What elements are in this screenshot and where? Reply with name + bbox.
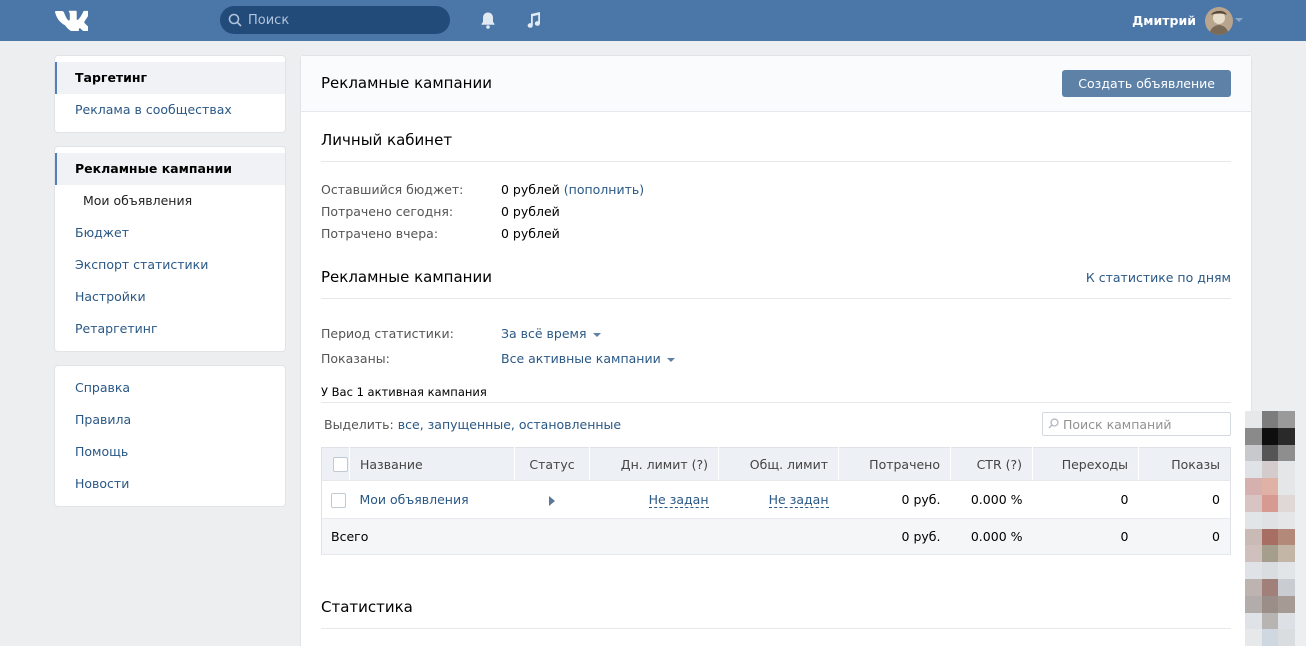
shown-dropdown[interactable]: Все активные кампании — [501, 351, 675, 366]
select-all-checkbox[interactable] — [332, 457, 348, 472]
row-checkbox-cell — [321, 480, 350, 519]
row-day-limit-cell: Не задан — [589, 480, 719, 519]
header-checkbox-cell — [321, 447, 350, 481]
create-ad-button[interactable]: Создать объявление — [1062, 70, 1231, 97]
panel-header: Рекламные кампании Создать объявление — [301, 56, 1251, 112]
period-dropdown[interactable]: За всё время — [501, 326, 601, 341]
main-panel: Рекламные кампании Создать объявление Ли… — [300, 55, 1252, 646]
row-views: 0 — [1138, 480, 1231, 519]
spent-today-label: Потрачено сегодня: — [321, 204, 454, 219]
header-search-input[interactable] — [248, 6, 443, 34]
nav-item-reference[interactable]: Справка — [55, 372, 285, 404]
budget-label: Оставшийся бюджет: — [321, 182, 464, 197]
campaign-name-link[interactable]: Мои объявления — [360, 492, 469, 507]
nav-item-retargeting[interactable]: Ретаргетинг — [55, 313, 285, 345]
nav-block-cabinet: Рекламные кампании Мои объявления Бюджет… — [54, 146, 286, 352]
total-limit-link[interactable]: Не задан — [768, 492, 829, 508]
campaigns-title: Рекламные кампании — [321, 268, 492, 286]
period-value[interactable]: За всё время — [501, 326, 587, 341]
row-status-cell — [514, 480, 590, 519]
search-icon — [1048, 418, 1059, 429]
nav-item-budget[interactable]: Бюджет — [55, 217, 285, 249]
divider — [321, 161, 1231, 162]
chevron-down-icon — [592, 332, 601, 337]
play-icon[interactable] — [549, 495, 555, 506]
nav-item-campaigns[interactable]: Рекламные кампании — [55, 153, 285, 185]
nav-item-help[interactable]: Помощь — [55, 436, 285, 468]
cabinet-title: Личный кабинет — [321, 131, 453, 149]
user-name: Дмитрий — [1132, 13, 1196, 28]
search-icon — [228, 13, 242, 27]
budget-value: 0 рублей — [501, 182, 560, 197]
chevron-down-icon[interactable] — [1235, 18, 1243, 23]
total-spent: 0 руб. — [838, 518, 951, 555]
campaign-search-input[interactable] — [1063, 413, 1228, 435]
avatar[interactable] — [1205, 6, 1233, 35]
total-row: Всего 0 руб. 0.000 % 0 0 — [321, 518, 1231, 555]
select-label: Выделить: — [324, 417, 394, 432]
nav-item-community-ads[interactable]: Реклама в сообществах — [55, 94, 285, 126]
shown-value[interactable]: Все активные кампании — [501, 351, 661, 366]
select-all-link[interactable]: все — [398, 417, 420, 432]
row-clicks: 0 — [1032, 480, 1139, 519]
col-name[interactable]: Название — [349, 447, 515, 481]
campaigns-table: Название Статус Дн. лимит (?) Общ. лимит… — [321, 447, 1231, 555]
statistics-title: Статистика — [321, 598, 413, 616]
row-total-limit-cell: Не задан — [718, 480, 839, 519]
nav-item-export[interactable]: Экспорт статистики — [55, 249, 285, 281]
top-bar: Дмитрий — [0, 0, 1306, 41]
select-filter: Выделить: все, запущенные, остановленные — [324, 417, 622, 432]
header-search[interactable] — [220, 6, 450, 34]
table-header-row: Название Статус Дн. лимит (?) Общ. лимит… — [321, 447, 1231, 481]
chevron-down-icon — [666, 357, 675, 362]
row-name-cell: Мои объявления — [349, 480, 515, 519]
page-title: Рекламные кампании — [321, 74, 492, 92]
nav-item-news[interactable]: Новости — [55, 468, 285, 500]
pixelated-image — [1245, 411, 1295, 646]
total-label: Всего — [321, 518, 839, 555]
nav-block-ads: Таргетинг Реклама в сообществах — [54, 55, 286, 133]
select-running-link[interactable]: запущенные — [428, 417, 511, 432]
spent-today-value: 0 рублей — [501, 204, 560, 219]
divider — [321, 628, 1231, 629]
nav-item-targeting[interactable]: Таргетинг — [55, 62, 285, 94]
nav-block-help: Справка Правила Помощь Новости — [54, 365, 286, 507]
col-spent[interactable]: Потрачено — [838, 447, 951, 481]
divider — [321, 402, 1231, 403]
music-icon[interactable] — [524, 10, 544, 30]
spent-yesterday-label: Потрачено вчера: — [321, 226, 439, 241]
period-label: Период статистики: — [321, 326, 454, 341]
total-ctr: 0.000 % — [950, 518, 1033, 555]
table-row: Мои объявления Не задан Не задан 0 руб. … — [321, 480, 1231, 519]
col-status[interactable]: Статус — [514, 447, 590, 481]
budget-value-row: 0 рублей (пополнить) — [501, 182, 644, 197]
col-total-limit[interactable]: Общ. лимит — [718, 447, 839, 481]
col-clicks[interactable]: Переходы — [1032, 447, 1139, 481]
col-ctr[interactable]: CTR (?) — [950, 447, 1033, 481]
divider — [321, 298, 1231, 299]
nav-item-settings[interactable]: Настройки — [55, 281, 285, 313]
campaign-search[interactable] — [1042, 412, 1231, 436]
col-views[interactable]: Показы — [1138, 447, 1231, 481]
row-checkbox[interactable] — [331, 492, 346, 508]
shown-label: Показаны: — [321, 351, 390, 366]
user-menu[interactable]: Дмитрий — [1132, 0, 1233, 41]
day-limit-link[interactable]: Не задан — [648, 492, 709, 508]
row-spent: 0 руб. — [838, 480, 951, 519]
total-clicks: 0 — [1032, 518, 1139, 555]
nav-item-my-ads[interactable]: Мои объявления — [55, 185, 285, 217]
col-day-limit[interactable]: Дн. лимит (?) — [589, 447, 719, 481]
active-count: У Вас 1 активная кампания — [321, 385, 487, 399]
daily-stats-link[interactable]: К статистике по дням — [1086, 270, 1231, 285]
select-stopped-link[interactable]: остановленные — [519, 417, 621, 432]
top-up-link[interactable]: (пополнить) — [564, 182, 644, 197]
row-ctr: 0.000 % — [950, 480, 1033, 519]
bell-icon[interactable] — [478, 10, 498, 30]
nav-item-rules[interactable]: Правила — [55, 404, 285, 436]
total-views: 0 — [1138, 518, 1231, 555]
vk-logo-icon[interactable] — [55, 9, 88, 31]
spent-yesterday-value: 0 рублей — [501, 226, 560, 241]
